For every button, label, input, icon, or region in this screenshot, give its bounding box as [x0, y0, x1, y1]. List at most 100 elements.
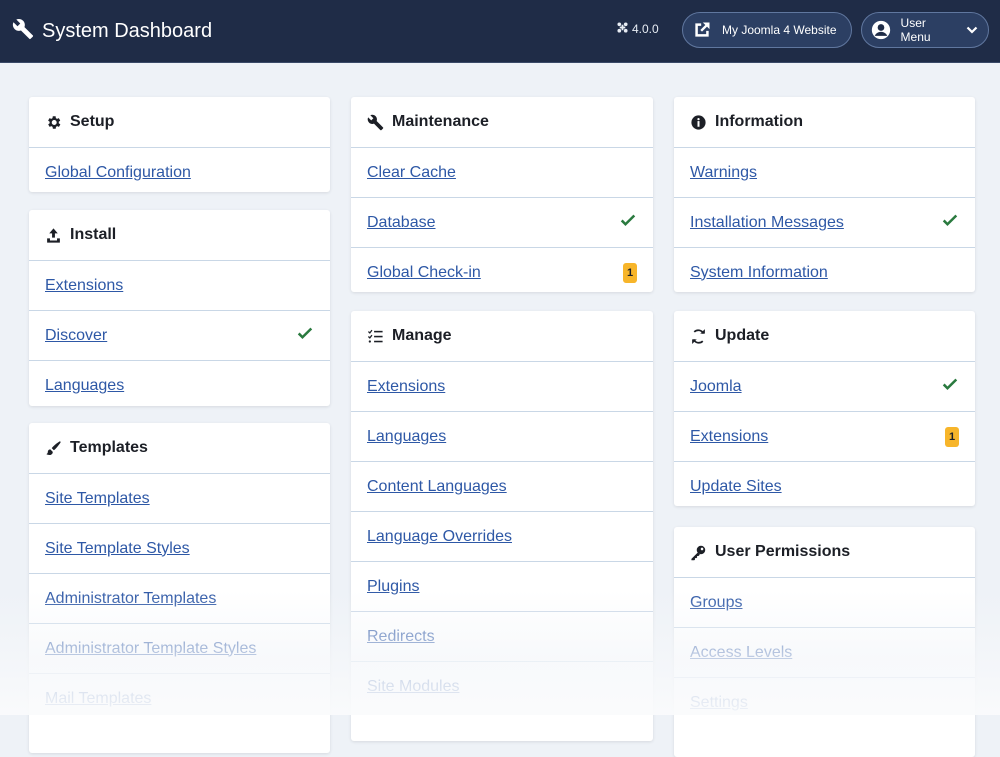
list-item: Warnings — [674, 147, 975, 197]
list-item: Joomla — [674, 361, 975, 411]
warnings-link[interactable]: Warnings — [690, 164, 757, 182]
plugins-link[interactable]: Plugins — [367, 578, 419, 596]
templates-card: Templates Site Templates Site Template S… — [29, 423, 330, 753]
maintenance-card: Maintenance Clear Cache Database Global … — [351, 97, 653, 292]
list-item: Site Template Styles — [29, 523, 330, 573]
list-item: Administrator Template Styles — [29, 623, 330, 673]
joomla-icon — [617, 22, 632, 36]
manage-card-title: Manage — [392, 327, 452, 344]
mail-templates-link[interactable]: Mail Templates — [45, 690, 151, 708]
list-item: Mail Templates — [29, 673, 330, 723]
list-item: System Information — [674, 247, 975, 297]
global-configuration-link[interactable]: Global Configuration — [45, 164, 191, 182]
settings-link[interactable]: Settings — [690, 694, 748, 712]
check-icon — [941, 211, 959, 234]
chevron-down-icon — [966, 24, 978, 36]
update-extensions-link[interactable]: Extensions — [690, 428, 768, 446]
user-permissions-card-title: User Permissions — [715, 543, 851, 560]
access-levels-link[interactable]: Access Levels — [690, 644, 792, 662]
templates-card-header: Templates — [29, 423, 330, 473]
check-icon — [619, 211, 637, 234]
information-card: Information Warnings Installation Messag… — [674, 97, 975, 292]
list-item: Access Levels — [674, 627, 975, 677]
administrator-templates-link[interactable]: Administrator Templates — [45, 590, 216, 608]
list-item: Extensions 1 — [674, 411, 975, 461]
refresh-icon — [690, 328, 707, 345]
list-item: Extensions — [351, 361, 653, 411]
list-item: Languages — [29, 360, 330, 410]
list-item: Site Modules — [351, 661, 653, 711]
manage-languages-link[interactable]: Languages — [367, 428, 446, 446]
redirects-link[interactable]: Redirects — [367, 628, 435, 646]
information-card-title: Information — [715, 113, 803, 130]
user-menu-button[interactable]: User Menu — [861, 12, 989, 48]
install-languages-link[interactable]: Languages — [45, 377, 124, 395]
maintenance-card-header: Maintenance — [351, 97, 653, 147]
install-card-title: Install — [70, 226, 117, 243]
site-templates-link[interactable]: Site Templates — [45, 490, 150, 508]
list-item: Installation Messages — [674, 197, 975, 247]
setup-card-header: Setup — [29, 97, 330, 147]
site-template-styles-link[interactable]: Site Template Styles — [45, 540, 190, 558]
list-item: Global Configuration — [29, 147, 330, 197]
groups-link[interactable]: Groups — [690, 594, 742, 612]
manage-card-header: Manage — [351, 311, 653, 361]
top-header: System Dashboard 4.0.0 My Joomla 4 Websi… — [0, 0, 1000, 63]
info-circle-icon — [690, 114, 707, 131]
information-card-header: Information — [674, 97, 975, 147]
count-badge: 1 — [623, 262, 637, 283]
list-item: Redirects — [351, 611, 653, 661]
manage-card: Manage Extensions Languages Content Lang… — [351, 311, 653, 741]
check-icon — [296, 324, 314, 347]
language-overrides-link[interactable]: Language Overrides — [367, 528, 512, 546]
templates-card-title: Templates — [70, 439, 148, 456]
gear-icon — [45, 114, 62, 131]
update-card-title: Update — [715, 327, 770, 344]
view-site-label: My Joomla 4 Website — [722, 23, 837, 37]
installation-messages-link[interactable]: Installation Messages — [690, 214, 844, 232]
upload-icon — [45, 227, 62, 244]
count-badge: 1 — [945, 426, 959, 447]
install-card: Install Extensions Discover Languages — [29, 210, 330, 406]
list-item: Administrator Templates — [29, 573, 330, 623]
system-information-link[interactable]: System Information — [690, 264, 828, 282]
view-site-button[interactable]: My Joomla 4 Website — [682, 12, 852, 48]
tasks-list-icon — [367, 328, 384, 345]
list-item: Groups — [674, 577, 975, 627]
setup-card-title: Setup — [70, 113, 115, 130]
key-icon — [690, 544, 707, 561]
install-extensions-link[interactable]: Extensions — [45, 277, 123, 295]
list-item: Clear Cache — [351, 147, 653, 197]
database-link[interactable]: Database — [367, 214, 436, 232]
paint-brush-icon — [45, 440, 62, 457]
check-icon — [941, 375, 959, 398]
install-card-header: Install — [29, 210, 330, 260]
external-link-icon — [691, 19, 713, 41]
list-item: Global Check-in 1 — [351, 247, 653, 297]
manage-extensions-link[interactable]: Extensions — [367, 378, 445, 396]
discover-link[interactable]: Discover — [45, 327, 107, 345]
update-sites-link[interactable]: Update Sites — [690, 478, 782, 496]
content-languages-link[interactable]: Content Languages — [367, 478, 507, 496]
user-menu-label: User Menu — [900, 16, 931, 44]
list-item: Settings — [674, 677, 975, 727]
setup-card: Setup Global Configuration — [29, 97, 330, 192]
list-item: Database — [351, 197, 653, 247]
version-number: 4.0.0 — [632, 22, 659, 36]
global-check-in-link[interactable]: Global Check-in — [367, 264, 481, 282]
site-modules-link[interactable]: Site Modules — [367, 678, 460, 696]
list-item: Discover — [29, 310, 330, 360]
list-item: Extensions — [29, 260, 330, 310]
update-card: Update Joomla Extensions 1 Update Sites — [674, 311, 975, 506]
administrator-template-styles-link[interactable]: Administrator Template Styles — [45, 640, 256, 658]
user-avatar-icon — [870, 19, 892, 41]
maintenance-card-title: Maintenance — [392, 113, 489, 130]
page-title: System Dashboard — [42, 19, 213, 42]
list-item: Content Languages — [351, 461, 653, 511]
list-item: Site Templates — [29, 473, 330, 523]
wrench-icon — [12, 18, 34, 45]
clear-cache-link[interactable]: Clear Cache — [367, 164, 456, 182]
version-label: 4.0.0 — [617, 22, 659, 36]
update-card-header: Update — [674, 311, 975, 361]
joomla-update-link[interactable]: Joomla — [690, 378, 742, 396]
